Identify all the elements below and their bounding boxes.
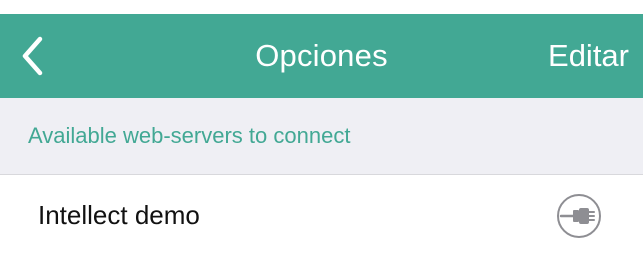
navigation-bar: Opciones Editar <box>0 14 643 98</box>
section-header-label: Available web-servers to connect <box>28 123 351 148</box>
edit-button[interactable]: Editar <box>548 14 629 98</box>
plug-icon <box>555 192 603 240</box>
connect-button[interactable] <box>555 192 603 240</box>
server-list-item[interactable]: Intellect demo <box>0 175 643 256</box>
page-title: Opciones <box>255 38 388 73</box>
section-header: Available web-servers to connect <box>0 98 643 175</box>
top-strip <box>0 0 643 14</box>
server-name: Intellect demo <box>38 200 200 230</box>
